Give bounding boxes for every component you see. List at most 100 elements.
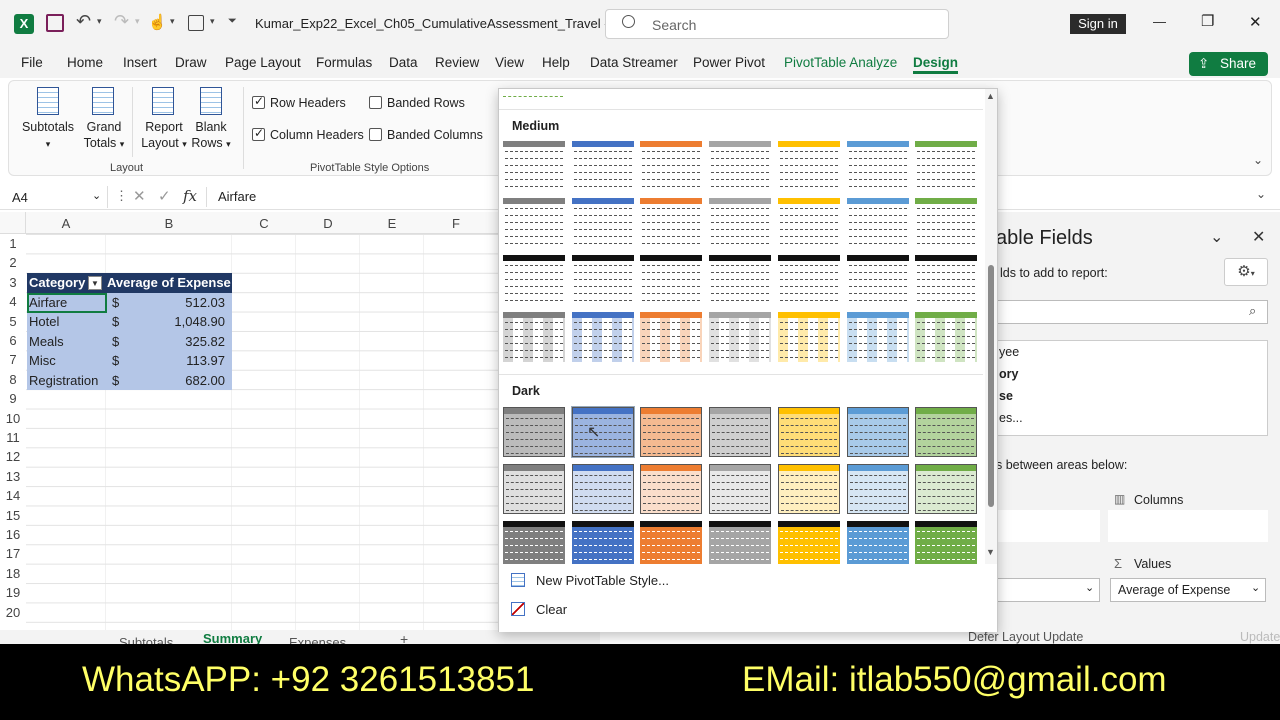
sign-in-button[interactable]: Sign in [1070, 14, 1126, 34]
row-header[interactable]: 20 [0, 605, 26, 620]
minimize-button[interactable]: — [1153, 14, 1166, 29]
form-icon[interactable] [188, 15, 204, 31]
sheet-tab-subtotals[interactable]: Subtotals [119, 635, 173, 644]
save-icon[interactable] [46, 14, 64, 32]
medium-style-swatch[interactable] [709, 312, 772, 362]
column-headers-checkbox[interactable] [252, 126, 265, 141]
banded-columns-checkbox[interactable] [369, 128, 382, 141]
row-header[interactable]: 4 [0, 294, 26, 309]
touch-dropdown-icon[interactable]: ▾ [170, 16, 175, 27]
tab-insert[interactable]: Insert [123, 55, 157, 70]
tab-data-streamer[interactable]: Data Streamer [590, 55, 678, 70]
tab-formulas[interactable]: Formulas [316, 55, 372, 70]
pane-close-icon[interactable]: ✕ [1252, 227, 1265, 247]
name-box[interactable]: A4 ⌄ [8, 186, 108, 208]
pivot-cell-currency[interactable]: $ [112, 332, 119, 351]
row-header[interactable]: 14 [0, 488, 26, 503]
worksheet-grid[interactable]: A B C D E F 1 2 3 4 5 6 7 8 9 10 11 12 13 14 15 16 17 18 1… [0, 212, 500, 632]
formula-expand-icon[interactable]: ⌄ [1256, 187, 1266, 201]
share-button[interactable]: ⇪ Share [1189, 52, 1268, 76]
sheet-tab-expenses[interactable]: Expenses [289, 635, 346, 644]
rows-field-chip[interactable]: ⌄ [980, 578, 1100, 602]
medium-style-swatch[interactable] [571, 255, 634, 305]
confirm-entry-icon[interactable]: ✓ [158, 187, 171, 205]
column-header-f[interactable]: F [424, 216, 488, 231]
dark-style-swatch[interactable] [915, 407, 978, 457]
row-header[interactable]: 13 [0, 469, 26, 484]
medium-style-swatch[interactable] [915, 141, 978, 191]
scroll-thumb[interactable] [988, 265, 994, 507]
medium-style-swatch[interactable] [915, 255, 978, 305]
dark-style-swatch[interactable] [709, 464, 772, 514]
row-header[interactable]: 1 [0, 236, 26, 251]
pivot-table[interactable]: Category ▼ Average of Expense Airfare $51… [27, 273, 232, 390]
restore-button[interactable]: ❐ [1201, 12, 1214, 30]
row-headers-checkbox[interactable] [252, 94, 265, 109]
row-header[interactable]: 12 [0, 449, 26, 464]
medium-style-swatch[interactable] [709, 141, 772, 191]
field-item-expense[interactable]: se [999, 389, 1013, 403]
pivot-cell-currency[interactable]: $ [112, 371, 119, 390]
banded-rows-checkbox[interactable] [369, 96, 382, 109]
row-header[interactable]: 2 [0, 255, 26, 270]
medium-style-swatch[interactable] [640, 198, 703, 248]
medium-style-swatch[interactable] [640, 141, 703, 191]
dark-style-swatch[interactable] [503, 407, 565, 457]
dark-style-swatch[interactable] [709, 407, 772, 457]
tab-view[interactable]: View [495, 55, 524, 70]
medium-style-swatch[interactable] [503, 141, 565, 191]
dark-style-swatch[interactable] [571, 464, 634, 514]
medium-style-swatch[interactable] [846, 198, 909, 248]
filter-dropdown-icon[interactable]: ▼ [88, 276, 102, 290]
medium-style-swatch[interactable] [846, 255, 909, 305]
row-header[interactable]: 5 [0, 314, 26, 329]
tab-file[interactable]: File [21, 55, 43, 70]
pivot-cell-value[interactable]: 512.03 [137, 293, 225, 312]
column-header-a[interactable]: A [26, 216, 106, 231]
ribbon-expand-icon[interactable]: ⌄ [1253, 153, 1263, 167]
row-header[interactable]: 16 [0, 527, 26, 542]
row-header[interactable]: 19 [0, 585, 26, 600]
medium-style-swatch[interactable] [571, 141, 634, 191]
touch-mode-icon[interactable]: ☝ [148, 13, 167, 31]
rows-area-box[interactable] [980, 510, 1100, 542]
row-header[interactable]: 10 [0, 411, 26, 426]
column-header-d[interactable]: D [296, 216, 360, 231]
defer-layout-label[interactable]: Defer Layout Update [968, 630, 1083, 644]
tab-review[interactable]: Review [435, 55, 479, 70]
blank-rows-button[interactable]: Blank Rows ▾ [189, 87, 233, 153]
pivot-cell-category[interactable]: Meals [29, 332, 64, 351]
field-search-box[interactable]: ⌕ [980, 300, 1268, 324]
tab-design[interactable]: Design [913, 55, 959, 74]
form-dropdown-icon[interactable]: ▾ [210, 16, 215, 27]
dark-style-swatch[interactable] [640, 464, 703, 514]
tab-draw[interactable]: Draw [175, 55, 207, 70]
pivot-cell-currency[interactable]: $ [112, 351, 119, 370]
pivot-cell-category[interactable]: Misc [29, 351, 56, 370]
medium-style-swatch[interactable] [503, 198, 565, 248]
medium-style-swatch[interactable] [640, 255, 703, 305]
pivot-cell-value[interactable]: 682.00 [137, 371, 225, 390]
select-all-corner[interactable] [0, 212, 26, 234]
tab-help[interactable]: Help [542, 55, 570, 70]
row-header[interactable]: 15 [0, 508, 26, 523]
cancel-entry-icon[interactable]: ✕ [133, 187, 146, 205]
medium-style-swatch[interactable] [846, 141, 909, 191]
formula-input[interactable]: Airfare [218, 189, 256, 204]
row-header[interactable]: 17 [0, 546, 26, 561]
pivot-style-gallery[interactable]: Medium Dark New PivotTable Style... Clea… [498, 88, 998, 632]
row-header[interactable]: 11 [0, 430, 26, 445]
undo-dropdown-icon[interactable]: ▾ [97, 16, 102, 27]
pivot-cell-currency[interactable]: $ [112, 312, 119, 331]
redo-icon[interactable]: ↷ [114, 11, 129, 32]
dark-style-swatch[interactable] [777, 464, 840, 514]
subtotals-button[interactable]: Subtotals ▾ [17, 87, 79, 153]
row-header[interactable]: 6 [0, 333, 26, 348]
scroll-down-icon[interactable]: ▼ [986, 547, 995, 557]
pane-settings-button[interactable]: ⚙▾ [1224, 258, 1268, 286]
medium-style-swatch[interactable] [640, 312, 703, 362]
field-item-more[interactable]: es... [999, 411, 1023, 425]
pane-collapse-icon[interactable]: ⌄ [1210, 227, 1223, 247]
medium-style-swatch[interactable] [915, 198, 978, 248]
medium-style-swatch[interactable] [777, 141, 840, 191]
